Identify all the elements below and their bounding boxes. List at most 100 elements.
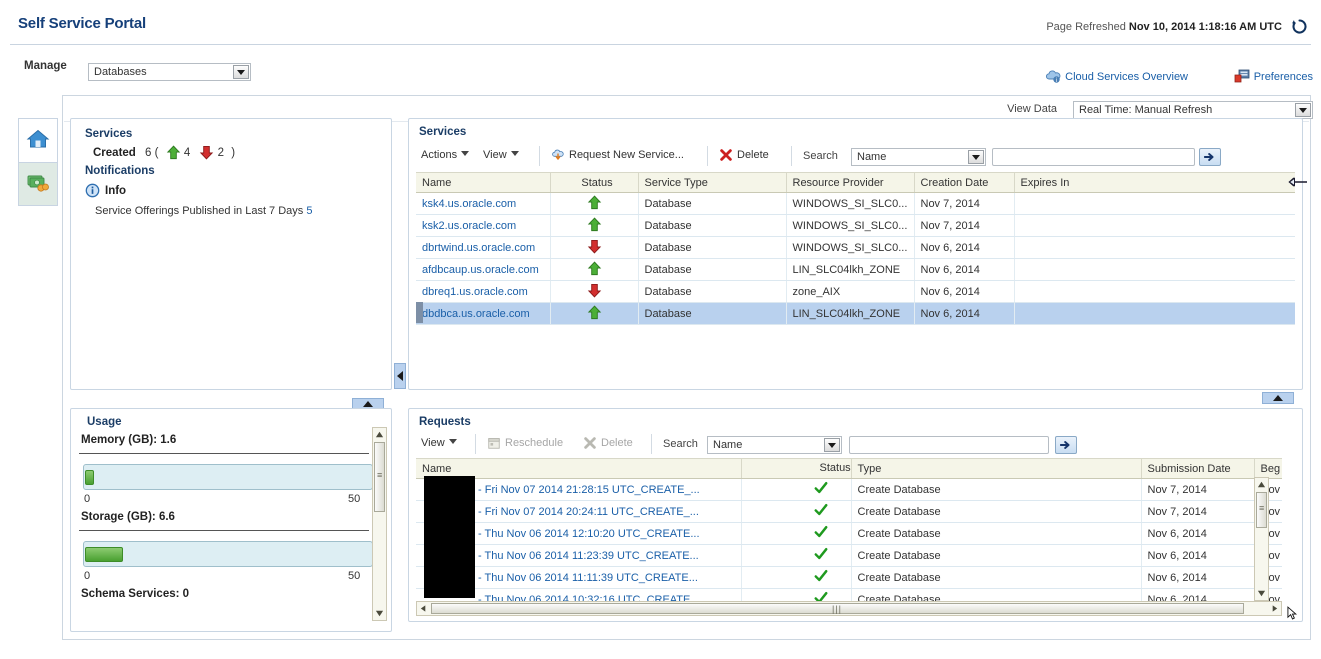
request-new-service-button[interactable]: Request New Service... [551,148,684,165]
services-actions-menu[interactable]: Actions [421,149,469,161]
requests-column-header[interactable]: Type [851,459,1141,479]
scroll-up-icon[interactable] [1255,478,1268,491]
status-ok-icon [814,530,828,542]
service-provider-cell: WINDOWS_SI_SLC0... [786,237,914,259]
usage-panel: Usage Memory (GB): 1.6 0 50 Storage (GB)… [70,408,392,632]
service-name-cell[interactable]: ksk2.us.oracle.com [416,215,550,237]
table-row[interactable]: ksk2.us.oracle.comDatabaseWINDOWS_SI_SLC… [416,215,1295,237]
services-summary-title: Services [85,128,132,140]
requests-view-menu[interactable]: View [421,437,457,449]
service-created-cell: Nov 7, 2014 [914,215,1014,237]
usage-bar-storage [83,541,373,567]
table-row[interactable]: afdbcaup.us.oracle.comDatabaseLIN_SLC04l… [416,259,1295,281]
status-up-icon [587,201,602,213]
chevron-down-icon[interactable] [824,438,840,452]
requests-search-go-button[interactable] [1055,436,1077,454]
redaction-block [424,476,475,598]
chevron-down-icon[interactable] [1295,103,1311,117]
chevron-down-icon[interactable] [233,65,249,79]
table-row[interactable]: - Fri Nov 07 2014 21:28:15 UTC_CREATE_..… [416,479,1282,501]
services-grid-header-row: NameStatusService TypeResource ProviderC… [416,173,1295,193]
scroll-down-icon[interactable] [373,607,386,620]
services-column-header[interactable]: Creation Date [914,173,1014,193]
manage-dropdown[interactable]: Databases [88,63,251,81]
view-data-label: View Data [1007,103,1057,115]
requests-panel: Requests View Reschedule [408,408,1303,622]
preferences-link[interactable]: Preferences [1234,68,1313,84]
services-view-menu[interactable]: View [483,149,519,161]
collapse-left-panel-handle[interactable] [394,363,406,389]
cloud-services-overview-link[interactable]: i Cloud Services Overview [1045,68,1188,84]
services-column-header[interactable]: Expires In [1014,173,1295,193]
table-row[interactable]: - Thu Nov 06 2014 12:10:20 UTC_CREATE...… [416,523,1282,545]
table-row[interactable]: - Fri Nov 07 2014 20:24:11 UTC_CREATE_..… [416,501,1282,523]
requests-search-field-dropdown[interactable]: Name [707,436,842,454]
scroll-left-icon[interactable] [417,602,430,615]
services-search-input[interactable] [992,148,1195,166]
services-column-header[interactable]: Name [416,173,550,193]
table-row[interactable]: - Thu Nov 06 2014 11:23:39 UTC_CREATE...… [416,545,1282,567]
service-status-cell [550,281,638,303]
service-name-cell[interactable]: ksk4.us.oracle.com [416,193,550,215]
chevron-down-icon[interactable] [968,150,984,164]
services-column-header[interactable]: Resource Provider [786,173,914,193]
requests-search-input[interactable] [849,436,1049,454]
requests-hscrollbar-thumb[interactable]: ||| [431,603,1244,614]
services-grid-clip: NameStatusService TypeResource ProviderC… [416,172,1295,382]
page-header: Self Service Portal Page Refreshed Nov 1… [10,6,1311,45]
requests-column-header[interactable]: Submission Date [1141,459,1254,479]
service-name-cell[interactable]: dbdbca.us.oracle.com [416,303,550,325]
manage-dropdown-value: Databases [94,66,147,78]
usage-scrollbar-thumb[interactable]: ≡ [374,442,385,512]
usage-title: Usage [87,416,122,428]
services-search-field-dropdown[interactable]: Name [851,148,986,166]
service-name-cell[interactable]: dbreq1.us.oracle.com [416,281,550,303]
requests-column-header[interactable]: Beg [1254,459,1282,479]
triangle-up-icon [1273,395,1283,401]
table-row[interactable]: dbreq1.us.oracle.comDatabasezone_AIXNov … [416,281,1295,303]
notification-info-label: Info [105,185,126,197]
table-row[interactable]: dbrtwind.us.oracle.comDatabaseWINDOWS_SI… [416,237,1295,259]
collapse-requests-handle[interactable] [1262,392,1294,404]
view-data-dropdown[interactable]: Real Time: Manual Refresh [1073,101,1313,119]
requests-grid[interactable]: NameStatusTypeSubmission DateBeg - Fri N… [416,458,1282,601]
service-expires-cell [1014,259,1295,281]
usage-scrollbar[interactable]: ≡ [372,427,387,621]
request-status-cell [741,545,851,567]
table-row[interactable]: - Thu Nov 06 2014 10:32:16 UTC_CREATE...… [416,589,1282,602]
table-row[interactable]: - Thu Nov 06 2014 11:11:39 UTC_CREATE...… [416,567,1282,589]
table-row[interactable]: dbdbca.us.oracle.comDatabaseLIN_SLC04lkh… [416,303,1295,325]
requests-horizontal-scrollbar[interactable]: ||| [416,601,1282,616]
services-icon [26,171,50,198]
service-name-cell[interactable]: afdbcaup.us.oracle.com [416,259,550,281]
requests-vertical-scrollbar[interactable]: ≡ [1254,477,1269,601]
services-down-count: 2 [218,147,224,159]
requests-scrollbar-thumb[interactable]: ≡ [1256,492,1267,528]
left-rail [18,118,58,210]
services-grid[interactable]: NameStatusService TypeResource ProviderC… [416,172,1295,325]
table-row[interactable]: ksk4.us.oracle.comDatabaseWINDOWS_SI_SLC… [416,193,1295,215]
page-title: Self Service Portal [18,15,146,32]
view-data-dropdown-value: Real Time: Manual Refresh [1079,104,1212,116]
services-column-header[interactable]: Status [550,173,638,193]
refresh-icon[interactable] [1292,19,1307,34]
services-column-header[interactable]: Service Type [638,173,786,193]
services-search-go-button[interactable] [1199,148,1221,166]
delete-icon [719,148,733,165]
scroll-down-icon[interactable] [1255,587,1268,600]
request-service-icon [551,148,565,165]
services-delete-button[interactable]: Delete [719,148,769,165]
request-submitted-cell: Nov 6, 2014 [1141,545,1254,567]
requests-column-header[interactable]: Status [741,459,851,479]
scroll-right-icon[interactable] [1268,602,1281,615]
service-created-cell: Nov 6, 2014 [914,259,1014,281]
rail-item-services[interactable] [18,162,58,206]
page-refreshed-value: Nov 10, 2014 1:18:16 AM UTC [1129,21,1282,33]
resize-cursor [1286,175,1308,189]
rail-item-home[interactable] [18,118,58,162]
self-service-portal-page: Self Service Portal Page Refreshed Nov 1… [0,0,1321,659]
scroll-up-icon[interactable] [373,428,386,441]
request-submitted-cell: Nov 7, 2014 [1141,479,1254,501]
notifications-title: Notifications [85,165,155,177]
service-name-cell[interactable]: dbrtwind.us.oracle.com [416,237,550,259]
